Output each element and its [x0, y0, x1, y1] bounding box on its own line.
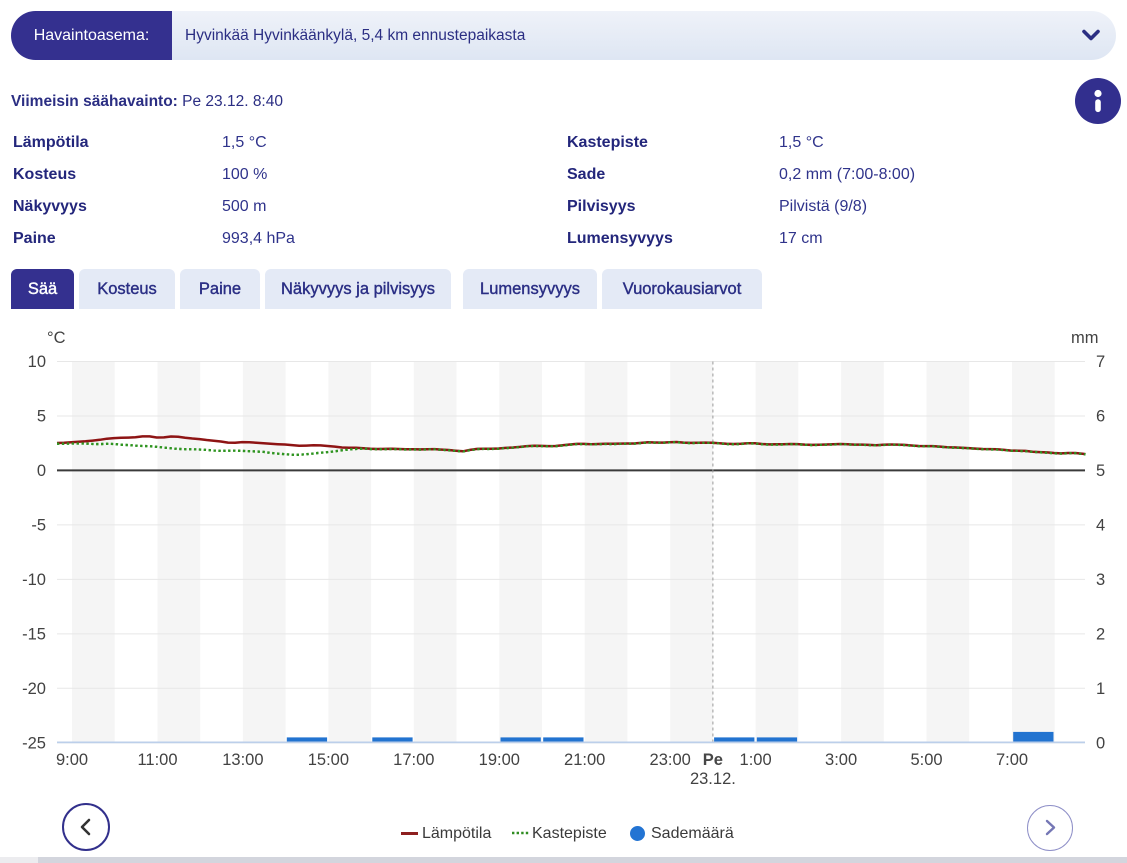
svg-text:1: 1	[1096, 680, 1105, 698]
svg-text:1:00: 1:00	[740, 751, 772, 769]
svg-text:-15: -15	[22, 625, 46, 643]
svg-text:9:00: 9:00	[56, 751, 88, 769]
svg-text:5: 5	[37, 408, 46, 426]
svg-text:7: 7	[1096, 353, 1105, 371]
svg-text:-10: -10	[22, 571, 46, 589]
svg-text:17:00: 17:00	[393, 751, 434, 769]
svg-text:3: 3	[1096, 571, 1105, 589]
svg-text:0: 0	[1096, 734, 1105, 752]
svg-text:23.12.: 23.12.	[690, 770, 736, 788]
svg-text:5: 5	[1096, 462, 1105, 480]
svg-text:0: 0	[37, 462, 46, 480]
svg-text:21:00: 21:00	[564, 751, 605, 769]
svg-text:3:00: 3:00	[825, 751, 857, 769]
svg-text:mm: mm	[1071, 329, 1099, 347]
svg-text:4: 4	[1096, 516, 1105, 534]
svg-text:7:00: 7:00	[996, 751, 1028, 769]
svg-text:6: 6	[1096, 408, 1105, 426]
svg-text:-20: -20	[22, 680, 46, 698]
svg-text:13:00: 13:00	[222, 751, 263, 769]
svg-text:-25: -25	[22, 734, 46, 752]
svg-text:-5: -5	[31, 516, 46, 534]
svg-text:23:00: 23:00	[650, 751, 691, 769]
svg-text:Pe: Pe	[703, 751, 723, 769]
svg-text:11:00: 11:00	[137, 751, 177, 769]
svg-text:10: 10	[28, 353, 46, 371]
svg-text:5:00: 5:00	[910, 751, 942, 769]
svg-text:°C: °C	[47, 329, 66, 347]
svg-text:19:00: 19:00	[479, 751, 520, 769]
svg-text:15:00: 15:00	[308, 751, 349, 769]
svg-text:2: 2	[1096, 625, 1105, 643]
